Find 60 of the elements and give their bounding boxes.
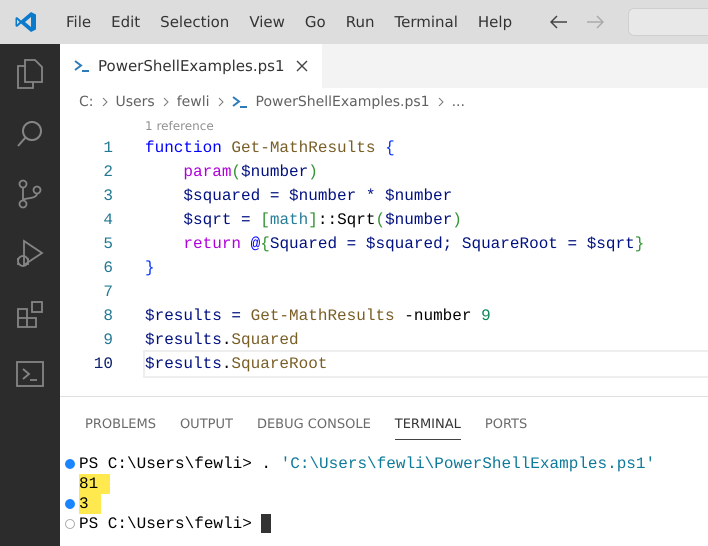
- panel-tab[interactable]: PROBLEMS: [85, 411, 156, 440]
- run-debug-icon[interactable]: [16, 239, 44, 269]
- status-dot-icon: [65, 498, 75, 508]
- menu-item[interactable]: View: [239, 10, 295, 34]
- panel-tab[interactable]: TERMINAL: [394, 411, 461, 440]
- breadcrumb-item[interactable]: fewli: [176, 92, 210, 112]
- breadcrumb-item[interactable]: Users: [116, 92, 155, 112]
- panel-tab[interactable]: DEBUG CONSOLE: [256, 411, 371, 440]
- line-number: 1: [102, 138, 113, 159]
- powershell-file-icon: [232, 96, 248, 108]
- breadcrumb-item[interactable]: ...: [452, 92, 465, 112]
- breadcrumb-item[interactable]: C:: [79, 92, 94, 112]
- status-dot-icon: [65, 458, 75, 468]
- line-number: 8: [102, 306, 113, 327]
- chevron-icon: [218, 97, 224, 107]
- branch-icon[interactable]: [18, 179, 42, 209]
- code-line: $results.SquareRoot: [145, 355, 328, 373]
- line-number: 7: [102, 282, 113, 303]
- terminal-icon[interactable]: [16, 361, 44, 387]
- command-center-field[interactable]: [628, 8, 708, 36]
- menu-item[interactable]: Run: [336, 10, 384, 34]
- code-line: function Get-MathResults {: [145, 139, 395, 157]
- panel-tab[interactable]: PORTS: [484, 411, 528, 440]
- tab-label: PowerShellExamples.ps1: [98, 56, 284, 77]
- search-icon[interactable]: [16, 120, 44, 148]
- app-logo-icon: [14, 10, 38, 34]
- panel-tab[interactable]: OUTPUT: [180, 411, 233, 440]
- line-number: 10: [92, 354, 113, 375]
- code-line: $sqrt = [math]::Sqrt($number): [183, 211, 462, 229]
- terminal-line: PS C:\Users\fewli>: [79, 514, 252, 534]
- menu-item[interactable]: Go: [294, 10, 336, 34]
- editor-tab[interactable]: PowerShellExamples.ps1: [60, 44, 322, 88]
- back-arrow-icon[interactable]: [550, 15, 568, 29]
- code-line: return @{Squared = $squared; SquareRoot = $sqrt}: [183, 235, 644, 253]
- line-number: 4: [102, 210, 113, 231]
- code-line: $results = Get-MathResults -number 9: [145, 307, 491, 325]
- powershell-file-icon: [74, 60, 90, 72]
- terminal-line: PS C:\Users\fewli> . 'C:\Users\fewli\PowerShellExamples.ps1': [79, 454, 656, 474]
- line-number: 9: [102, 330, 113, 351]
- menu-item[interactable]: Terminal: [384, 10, 468, 34]
- chevron-icon: [438, 97, 444, 107]
- close-icon[interactable]: [296, 60, 308, 72]
- extensions-icon[interactable]: [16, 300, 44, 328]
- menu-item[interactable]: Selection: [150, 10, 240, 34]
- status-dot-icon: [65, 518, 75, 528]
- line-number: 5: [102, 234, 113, 255]
- code-line: $squared = $number * $number: [183, 187, 452, 205]
- files-icon[interactable]: [16, 59, 44, 89]
- line-number: 3: [102, 186, 113, 207]
- line-number: 6: [102, 258, 113, 279]
- menu-item[interactable]: Help: [468, 10, 522, 34]
- code-line: param($number): [183, 163, 318, 181]
- menu-item[interactable]: File: [56, 10, 102, 34]
- code-line: }: [145, 259, 155, 277]
- chevron-icon: [102, 97, 108, 107]
- menu-item[interactable]: Edit: [101, 10, 150, 34]
- line-number: 2: [102, 162, 113, 183]
- breadcrumb-item[interactable]: PowerShellExamples.ps1: [256, 92, 430, 112]
- chevron-icon: [162, 97, 169, 107]
- code-line: $results.Squared: [145, 331, 299, 349]
